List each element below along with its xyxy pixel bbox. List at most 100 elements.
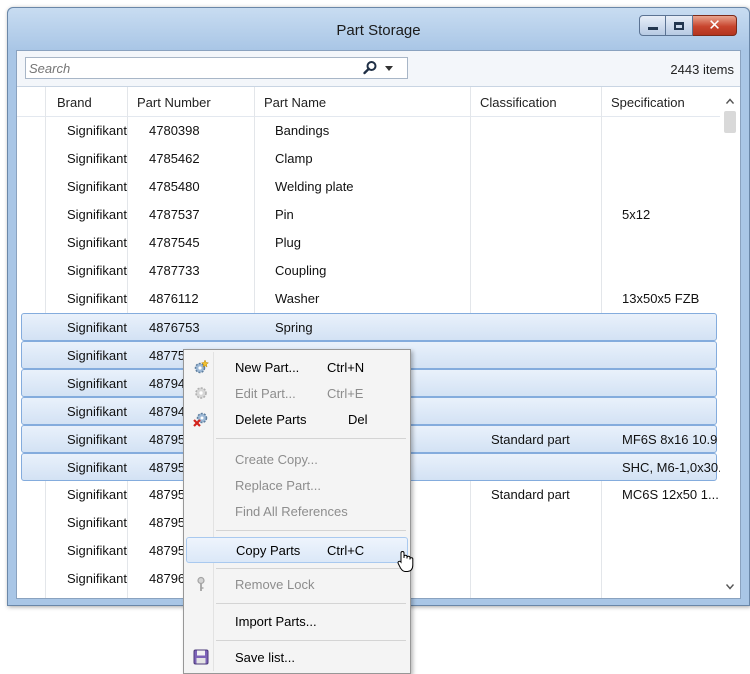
- table-row[interactable]: Signifikant 4787733 Coupling: [17, 257, 720, 285]
- menu-shortcut: Del: [348, 412, 368, 427]
- menu-label: New Part...: [235, 360, 300, 375]
- cell-brand: Signifikant: [67, 515, 127, 530]
- scroll-down-icon[interactable]: [726, 584, 734, 590]
- window-controls: ✕: [639, 15, 737, 37]
- menu-label: Remove Lock: [235, 577, 315, 592]
- search-input[interactable]: [29, 60, 339, 77]
- column-header-classification[interactable]: Classification: [480, 95, 557, 110]
- menu-item-copy-parts[interactable]: Copy Parts Ctrl+C: [186, 537, 408, 563]
- cell-part-name: Plug: [275, 235, 302, 250]
- menu-item-delete-parts[interactable]: Delete Parts Del: [186, 407, 408, 433]
- menu-label: Copy Parts: [236, 543, 301, 558]
- menu-item-find-references[interactable]: Find All References: [186, 499, 408, 525]
- cell-part-number: 4787733: [149, 263, 200, 278]
- menu-item-create-copy[interactable]: Create Copy...: [186, 447, 408, 473]
- menu-label: Delete Parts: [235, 412, 307, 427]
- column-header-part-number[interactable]: Part Number: [137, 95, 211, 110]
- menu-label: Import Parts...: [235, 614, 317, 629]
- scrollbar-thumb[interactable]: [724, 111, 736, 133]
- vertical-scrollbar[interactable]: [720, 87, 740, 598]
- menu-item-replace-part[interactable]: Replace Part...: [186, 473, 408, 499]
- column-header-part-name[interactable]: Part Name: [264, 95, 326, 110]
- cell-part-number: 4785462: [149, 151, 200, 166]
- cell-specification: MF6S 8x16 10.9: [622, 432, 718, 447]
- menu-separator: [216, 568, 406, 569]
- cell-part-name: Clamp: [275, 151, 313, 166]
- search-icon[interactable]: [362, 60, 378, 76]
- table-row[interactable]: Signifikant 4876753 Spring: [21, 313, 717, 341]
- context-menu: New Part... Ctrl+N Edit Part... Ctrl+E D…: [183, 349, 411, 674]
- maximize-button[interactable]: [666, 15, 693, 36]
- cell-brand: Signifikant: [67, 320, 127, 335]
- cell-brand: Signifikant: [67, 348, 127, 363]
- table-row[interactable]: Signifikant 4785480 Welding plate: [17, 173, 720, 201]
- delete-gear-icon: [193, 412, 208, 427]
- cell-part-name: Coupling: [275, 263, 327, 278]
- save-disk-icon: [193, 649, 209, 665]
- menu-label: Create Copy...: [235, 452, 318, 467]
- search-bar: 2443 items: [17, 51, 740, 87]
- menu-label: Find All References: [235, 504, 348, 519]
- menu-shortcut: Ctrl+C: [327, 543, 365, 558]
- edit-part-gear-icon: [195, 387, 207, 399]
- menu-separator: [216, 603, 406, 604]
- cell-brand: Signifikant: [67, 487, 127, 502]
- cell-brand: Signifikant: [67, 571, 127, 586]
- minimize-button[interactable]: [639, 15, 666, 36]
- cell-part-name: Pin: [275, 207, 294, 222]
- cell-brand: Signifikant: [67, 291, 127, 306]
- cell-brand: Signifikant: [67, 123, 127, 138]
- table-row[interactable]: Signifikant 4787545 Plug: [17, 229, 720, 257]
- table-row[interactable]: Signifikant 4780398 Bandings: [17, 117, 720, 145]
- search-dropdown-icon[interactable]: [385, 66, 393, 71]
- column-header-brand[interactable]: Brand: [57, 95, 92, 110]
- scroll-up-icon[interactable]: [726, 98, 734, 104]
- cell-brand: Signifikant: [67, 179, 127, 194]
- cell-brand: Signifikant: [67, 207, 127, 222]
- menu-label: Edit Part...: [235, 386, 296, 401]
- cell-brand: Signifikant: [67, 460, 127, 475]
- cell-specification: 5x12: [622, 207, 651, 222]
- cell-part-number: 4780398: [149, 123, 200, 138]
- window-title: Part Storage: [336, 22, 421, 39]
- title-bar[interactable]: Part Storage ✕: [8, 8, 749, 50]
- menu-item-new-part[interactable]: New Part... Ctrl+N: [186, 355, 408, 381]
- new-part-gear-icon: [194, 359, 209, 374]
- menu-label: Replace Part...: [235, 478, 321, 493]
- close-button[interactable]: ✕: [693, 15, 737, 36]
- cell-part-name: Welding plate: [275, 179, 354, 194]
- cell-specification: SHC, M6-1,0x30...: [622, 460, 720, 475]
- cell-part-number: 4785480: [149, 179, 200, 194]
- item-count: 2443 items: [670, 62, 734, 77]
- cell-specification: MC6S 12x50 1...: [622, 487, 719, 502]
- cell-brand: Signifikant: [67, 543, 127, 558]
- menu-item-save-list[interactable]: Save list...: [186, 645, 408, 671]
- cell-brand: Signifikant: [67, 263, 127, 278]
- mouse-cursor-icon: [397, 550, 414, 572]
- search-box[interactable]: [25, 57, 408, 79]
- table-header: Brand Part Number Part Name Classificati…: [17, 87, 720, 117]
- menu-shortcut: Ctrl+E: [327, 386, 364, 401]
- menu-item-import-parts[interactable]: Import Parts...: [186, 609, 408, 635]
- table-row[interactable]: Signifikant 4876112 Washer 13x50x5 FZB: [17, 285, 720, 313]
- cell-brand: Signifikant: [67, 404, 127, 419]
- key-icon: [197, 576, 205, 591]
- cell-brand: Signifikant: [67, 376, 127, 391]
- cell-brand: Signifikant: [67, 235, 127, 250]
- menu-shortcut: Ctrl+N: [327, 360, 365, 375]
- cell-part-name: Spring: [275, 320, 313, 335]
- maximize-icon: [674, 21, 684, 30]
- cell-part-name: Bandings: [275, 123, 330, 138]
- table-row[interactable]: Signifikant 4787537 Pin 5x12: [17, 201, 720, 229]
- menu-separator: [216, 530, 406, 531]
- menu-item-remove-lock[interactable]: Remove Lock: [186, 572, 408, 598]
- cell-classification: Standard part: [491, 432, 570, 447]
- cell-part-number: 4787545: [149, 235, 200, 250]
- cell-part-name: Washer: [275, 291, 320, 306]
- minimize-icon: [647, 27, 658, 30]
- table-row[interactable]: Signifikant 4785462 Clamp: [17, 145, 720, 173]
- column-header-specification[interactable]: Specification: [611, 95, 685, 110]
- cell-brand: Signifikant: [67, 151, 127, 166]
- cell-part-number: 4787537: [149, 207, 200, 222]
- menu-item-edit-part[interactable]: Edit Part... Ctrl+E: [186, 381, 408, 407]
